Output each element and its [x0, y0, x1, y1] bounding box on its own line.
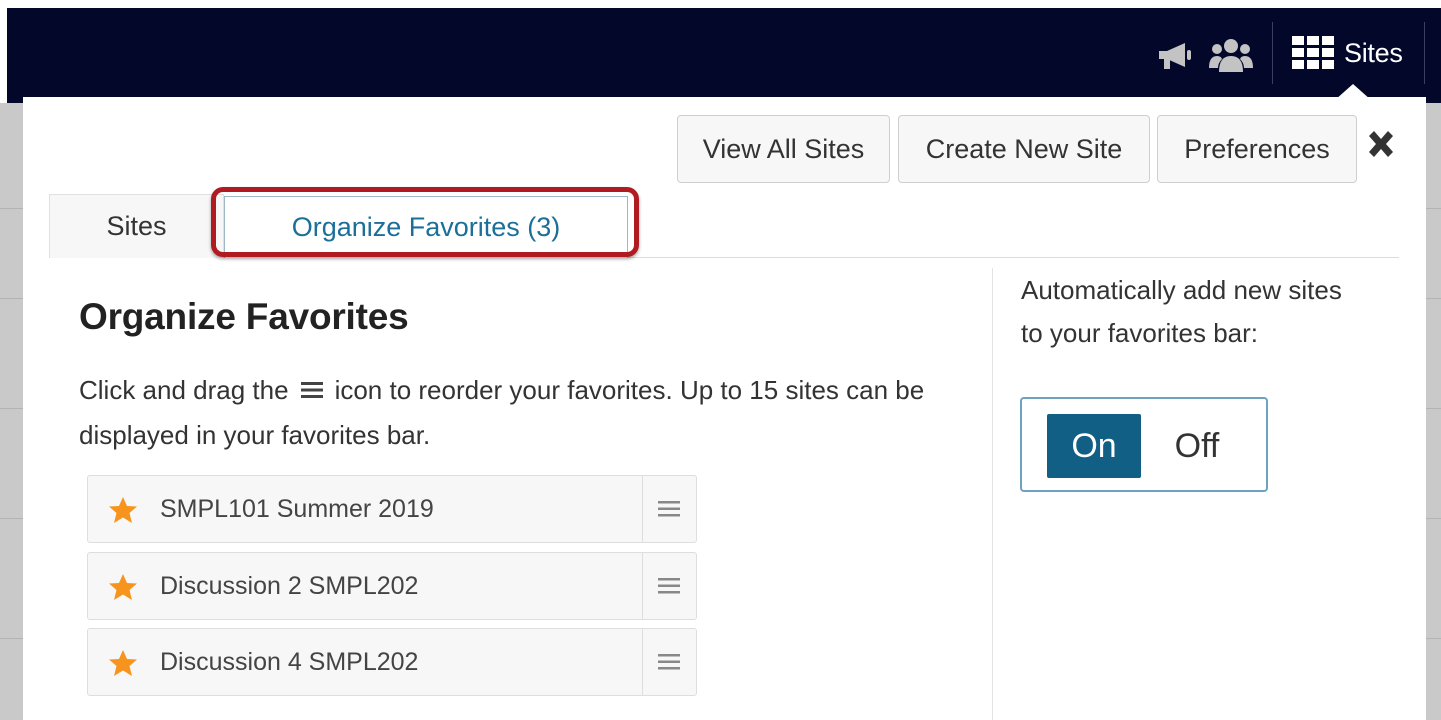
column-divider: [992, 268, 993, 720]
create-new-site-button[interactable]: Create New Site: [898, 115, 1150, 183]
favorite-item[interactable]: SMPL101 Summer 2019: [87, 475, 697, 543]
top-edge: [0, 0, 1441, 8]
drag-handle[interactable]: [642, 476, 696, 542]
top-navigation-bar: Sites: [0, 0, 1441, 103]
favorite-item[interactable]: Discussion 2 SMPL202: [87, 552, 697, 620]
instructions-text-start: Click and drag the: [79, 375, 289, 405]
page-title: Organize Favorites: [79, 296, 409, 337]
nav-divider: [1424, 22, 1425, 84]
star-icon[interactable]: [108, 496, 138, 524]
drag-handle-icon: [658, 501, 680, 517]
instructions: Click and drag the icon to reorder your f…: [79, 368, 979, 458]
left-edge: [0, 0, 7, 103]
sites-menu-button[interactable]: Sites: [1290, 30, 1403, 76]
nav-divider: [1272, 22, 1273, 84]
toggle-on-option[interactable]: On: [1047, 414, 1141, 478]
drag-handle-icon: [300, 382, 323, 399]
favorite-item[interactable]: Discussion 4 SMPL202: [87, 628, 697, 696]
star-icon[interactable]: [108, 573, 138, 601]
grid-icon: [1292, 36, 1334, 69]
announcements-icon[interactable]: [1155, 38, 1195, 72]
preferences-button[interactable]: Preferences: [1157, 115, 1357, 183]
drag-handle-icon: [658, 654, 680, 670]
tab-sites[interactable]: Sites: [49, 194, 224, 258]
sites-nav-label: Sites: [1344, 37, 1403, 68]
drag-handle-icon: [658, 578, 680, 594]
screen: Sites View All Sites Create New Site Pre…: [0, 0, 1441, 720]
auto-add-label: Automatically add new sites to your favo…: [1021, 275, 1342, 348]
close-icon[interactable]: [1364, 128, 1398, 166]
favorite-site-name: SMPL101 Summer 2019: [160, 495, 434, 523]
view-all-sites-button[interactable]: View All Sites: [677, 115, 890, 183]
toggle-off-option[interactable]: Off: [1150, 414, 1244, 478]
group-icon[interactable]: [1209, 36, 1253, 74]
favorite-site-name: Discussion 2 SMPL202: [160, 572, 419, 600]
popup-caret: [1335, 84, 1371, 100]
favorite-site-name: Discussion 4 SMPL202: [160, 648, 419, 676]
star-icon[interactable]: [108, 649, 138, 677]
drag-handle[interactable]: [642, 553, 696, 619]
drag-handle[interactable]: [642, 629, 696, 695]
tab-organize-favorites[interactable]: Organize Favorites (3): [224, 196, 628, 258]
auto-add-toggle[interactable]: On Off: [1020, 397, 1268, 492]
